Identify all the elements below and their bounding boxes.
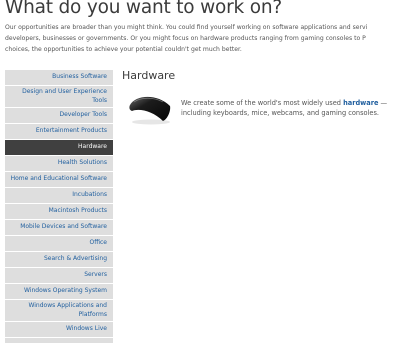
sidebar-item-label: Macintosh Products <box>48 207 107 215</box>
description-text: We create some of the world's most widel… <box>181 99 344 107</box>
sidebar-item-label: Hardware <box>78 143 107 151</box>
sidebar-item-business-software[interactable]: Business Software <box>5 70 113 86</box>
sidebar-item-office[interactable]: Office <box>5 236 113 252</box>
sidebar-item-incubations[interactable]: Incubations <box>5 188 113 204</box>
sidebar-item-label: Servers <box>84 271 107 279</box>
sidebar-item-label: Health Solutions <box>57 159 107 167</box>
sidebar-item-windows-applications-platforms[interactable]: Windows Applications and Platforms <box>5 300 113 322</box>
sidebar-item-windows-live[interactable]: Windows Live <box>5 322 113 338</box>
sidebar-item-mobile-devices-software[interactable]: Mobile Devices and Software <box>5 220 113 236</box>
sidebar-item-hardware[interactable]: Hardware <box>5 140 113 156</box>
sidebar-item-label: Developer Tools <box>59 111 107 119</box>
sidebar-item-search-advertising[interactable]: Search & Advertising <box>5 252 113 268</box>
sidebar-item-label: Business Software <box>52 73 107 81</box>
category-sidebar: Business Software Design and User Experi… <box>5 70 113 343</box>
sidebar-item-label: Design and User Experience Tools <box>22 88 107 104</box>
sidebar-item-label: Home and Educational Software <box>10 175 107 183</box>
sidebar-item-windows-os[interactable]: Windows Operating System <box>5 284 113 300</box>
sidebar-item-label: Windows Applications and Platforms <box>28 302 107 318</box>
section-description: We create some of the world's most widel… <box>181 98 396 118</box>
page-title: What do you want to work on? <box>5 0 282 18</box>
sidebar-item-macintosh-products[interactable]: Macintosh Products <box>5 204 113 220</box>
sidebar-item-label: Windows Operating System <box>24 287 107 295</box>
sidebar-item-label: Incubations <box>72 191 107 199</box>
section-title: Hardware <box>122 69 176 82</box>
intro-line: developers, businesses or governments. O… <box>5 35 366 42</box>
sidebar-item-health-solutions[interactable]: Health Solutions <box>5 156 113 172</box>
intro-line: Our opportunities are broader than you m… <box>5 24 368 31</box>
hardware-link[interactable]: hardware <box>343 99 378 107</box>
sidebar-item-label: Entertainment Products <box>35 127 107 135</box>
sidebar-item-label: Mobile Devices and Software <box>20 223 107 231</box>
arc-mouse-image <box>129 96 171 125</box>
intro-paragraph: Our opportunities are broader than you m… <box>5 22 400 55</box>
sidebar-item-servers[interactable]: Servers <box>5 268 113 284</box>
sidebar-item-label: Search & Advertising <box>43 255 107 263</box>
sidebar-item-developer-tools[interactable]: Developer Tools <box>5 108 113 124</box>
intro-line: choices, the opportunities to achieve yo… <box>5 46 242 53</box>
sidebar-item-home-educational-software[interactable]: Home and Educational Software <box>5 172 113 188</box>
sidebar-item-design-ux-tools[interactable]: Design and User Experience Tools <box>5 86 113 108</box>
sidebar-item-entertainment-products[interactable]: Entertainment Products <box>5 124 113 140</box>
sidebar-item-label: Windows Live <box>66 325 107 333</box>
sidebar-item-label: Office <box>89 239 107 247</box>
